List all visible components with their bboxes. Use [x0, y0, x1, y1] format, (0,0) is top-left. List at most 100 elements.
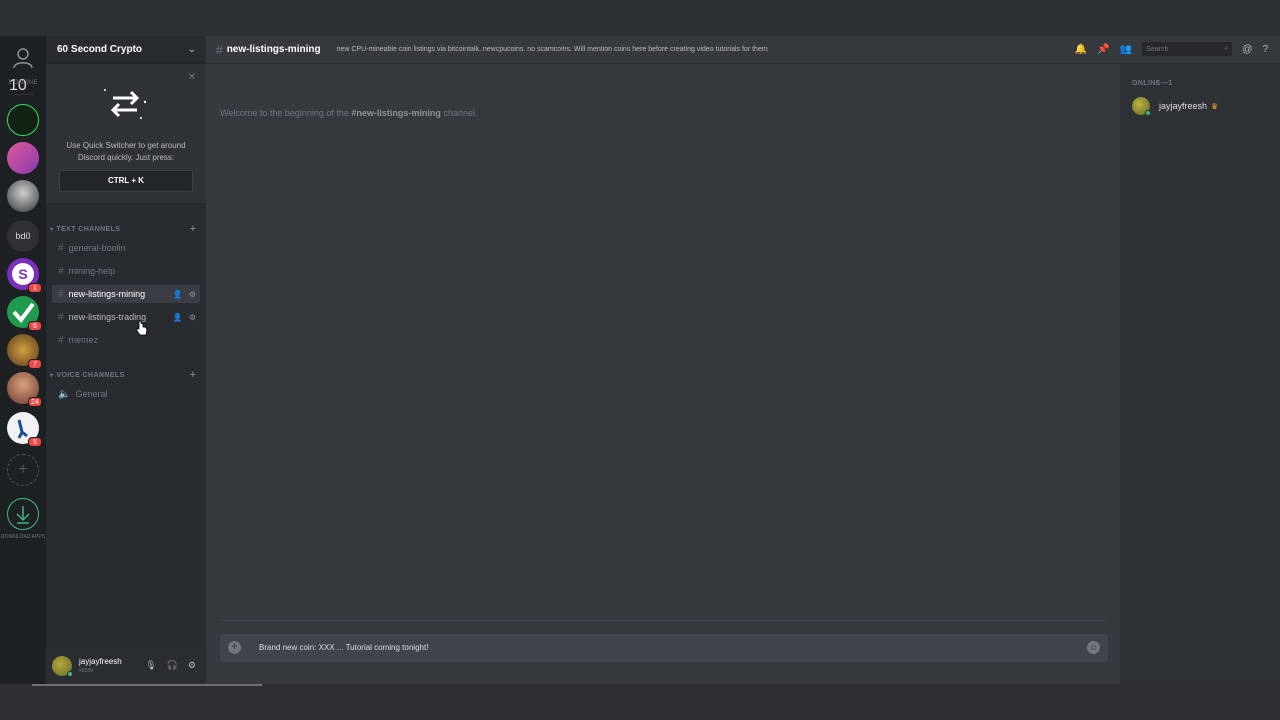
chevron-down-icon: ⌄	[187, 43, 196, 55]
category-label: VOICE CHANNELS	[56, 372, 125, 379]
headphones-icon[interactable]: 🎧	[167, 660, 178, 671]
guild-badge: 7	[28, 359, 42, 369]
guild-icon-pink[interactable]	[7, 142, 39, 174]
guild-icon-check[interactable]: 6	[7, 296, 42, 331]
welcome-suffix: channel.	[440, 108, 478, 118]
server-header[interactable]: 60 Second Crypto ⌄	[46, 36, 206, 63]
mentions-icon[interactable]: @	[1242, 44, 1252, 55]
friends-button[interactable]: 10	[9, 44, 37, 94]
guild-icon-s[interactable]: S 1	[7, 258, 42, 293]
online-status-dot	[67, 671, 73, 677]
emoji-icon[interactable]: ☺	[1087, 641, 1100, 654]
hash-icon: #	[58, 334, 64, 346]
download-apps-button[interactable]	[7, 498, 39, 530]
search-icon: ⌕	[1224, 45, 1229, 52]
guild-badge: 6	[28, 321, 42, 331]
avatar	[1132, 97, 1151, 116]
message-input[interactable]: + Brand new coin: XXX ... Tutorial comin…	[220, 634, 1108, 662]
upload-plus-icon[interactable]: +	[228, 641, 241, 654]
hash-icon: #	[58, 265, 64, 277]
guild-icon-face[interactable]: 24	[7, 372, 42, 407]
username: jayjayfreesh	[79, 657, 122, 666]
channel-memez[interactable]: # memez	[52, 331, 200, 349]
channel-new-listings-mining[interactable]: # new-listings-mining 👤 ⚙	[52, 285, 200, 303]
help-icon[interactable]: ?	[1262, 44, 1268, 55]
mouse-cursor-icon	[136, 320, 148, 336]
search-input[interactable]: Search ⌕	[1142, 42, 1233, 56]
channel-label: new-listings-trading	[68, 312, 147, 322]
invite-icon[interactable]: 👤	[173, 290, 183, 299]
channel-general-boolin[interactable]: # general-boolin	[52, 239, 200, 257]
guild-badge: 24	[28, 397, 42, 407]
guild-icon-60-second-crypto[interactable]	[7, 104, 39, 136]
guild-icon-artwork[interactable]: 7	[7, 334, 42, 369]
add-channel-icon[interactable]: +	[190, 223, 196, 235]
channel-welcome-message: Welcome to the beginning of the #new-lis…	[220, 108, 477, 118]
welcome-channel: #new-listings-mining	[351, 108, 441, 118]
voice-channel-general[interactable]: 🔈 General	[52, 385, 200, 403]
crown-icon: ♛	[1211, 101, 1219, 111]
guild-badge: 5	[28, 437, 42, 447]
voice-channels-category[interactable]: ▾ VOICE CHANNELS	[50, 372, 125, 379]
channel-label: General	[75, 389, 108, 399]
discord-app: 10 1 ONLINE bd0 S 1 6 7 24 5 + DOWNLOAD …	[0, 0, 1280, 720]
caret-down-icon: ▾	[50, 373, 54, 379]
gear-icon[interactable]: ⚙	[189, 290, 196, 299]
channel-label: new-listings-mining	[68, 289, 146, 299]
invite-icon[interactable]: 👤	[173, 313, 183, 322]
online-status-dot	[1145, 110, 1151, 116]
guild-badge: 1	[28, 283, 42, 293]
add-voice-channel-icon[interactable]: +	[190, 369, 196, 381]
gear-icon[interactable]: ⚙	[188, 660, 196, 671]
pin-icon[interactable]: 📌	[1097, 44, 1109, 55]
server-list: 10 1 ONLINE bd0 S 1 6 7 24 5 + DOWNLOAD …	[0, 36, 46, 684]
channel-mining-help[interactable]: # mining-help	[52, 262, 200, 280]
bell-icon[interactable]: 🔔	[1075, 44, 1087, 55]
online-count: 1 ONLINE	[8, 80, 38, 86]
add-server-button[interactable]: +	[7, 454, 39, 486]
svg-text:S: S	[18, 266, 27, 282]
guild-icon-bd0[interactable]: bd0	[7, 220, 39, 252]
user-panel: jayjayfreesh #6289 🎙 🎧 ⚙	[46, 648, 206, 684]
quick-switcher-text: Use Quick Switcher to get around Discord…	[66, 141, 186, 162]
download-apps-label: DOWNLOAD APPS	[1, 534, 45, 540]
member-list-icon[interactable]: 👥	[1120, 44, 1132, 55]
plus-icon: +	[18, 461, 28, 478]
caret-down-icon: ▾	[50, 227, 54, 233]
chat-area	[206, 36, 1120, 684]
video-progress-bar[interactable]	[32, 684, 262, 686]
hash-icon: #	[58, 242, 64, 254]
member-name: jayjayfreesh	[1159, 101, 1208, 111]
guild-icon-portrait[interactable]	[7, 180, 39, 212]
hash-icon: #	[58, 288, 64, 300]
friends-icon	[13, 48, 33, 69]
gear-icon[interactable]: ⚙	[189, 313, 196, 322]
hash-icon: #	[58, 311, 64, 323]
window-top-strip	[0, 0, 1280, 36]
composer-divider	[220, 620, 1108, 621]
close-icon[interactable]: ✕	[188, 72, 196, 83]
channel-label: mining-help	[68, 266, 116, 276]
quick-switcher-tip: ✕ Use Quick Switcher to get around Disco…	[46, 64, 206, 204]
message-draft: Brand new coin: XXX ... Tutorial coming …	[259, 643, 429, 652]
guild-icon-rabbit[interactable]: 5	[7, 412, 42, 447]
channel-header: # new-listings-mining new CPU-mineable c…	[206, 36, 1280, 64]
search-placeholder: Search	[1146, 45, 1169, 53]
server-name: 60 Second Crypto	[57, 43, 143, 55]
welcome-prefix: Welcome to the beginning of the	[220, 108, 352, 118]
download-icon	[16, 506, 30, 524]
mute-mic-icon[interactable]: 🎙	[145, 660, 156, 671]
hash-icon: #	[216, 42, 223, 57]
channel-label: general-boolin	[68, 243, 126, 253]
member-list: ONLINE—1 jayjayfreesh ♛	[1120, 64, 1280, 684]
member-item[interactable]: jayjayfreesh ♛	[1132, 97, 1219, 116]
channel-topic: new CPU-mineable coin listings via bitco…	[336, 46, 768, 53]
window-bottom-strip	[0, 684, 1280, 720]
channel-sidebar: 60 Second Crypto ⌄ ✕ Use Quick Switcher …	[46, 36, 206, 684]
user-tag: #6289	[79, 668, 93, 674]
quick-switcher-shortcut[interactable]: CTRL + K	[59, 170, 193, 192]
category-label: TEXT CHANNELS	[56, 226, 121, 233]
channel-new-listings-trading[interactable]: # new-listings-trading 👤 ⚙	[52, 308, 200, 326]
online-members-heading: ONLINE—1	[1132, 80, 1173, 87]
text-channels-category[interactable]: ▾ TEXT CHANNELS	[50, 226, 120, 233]
